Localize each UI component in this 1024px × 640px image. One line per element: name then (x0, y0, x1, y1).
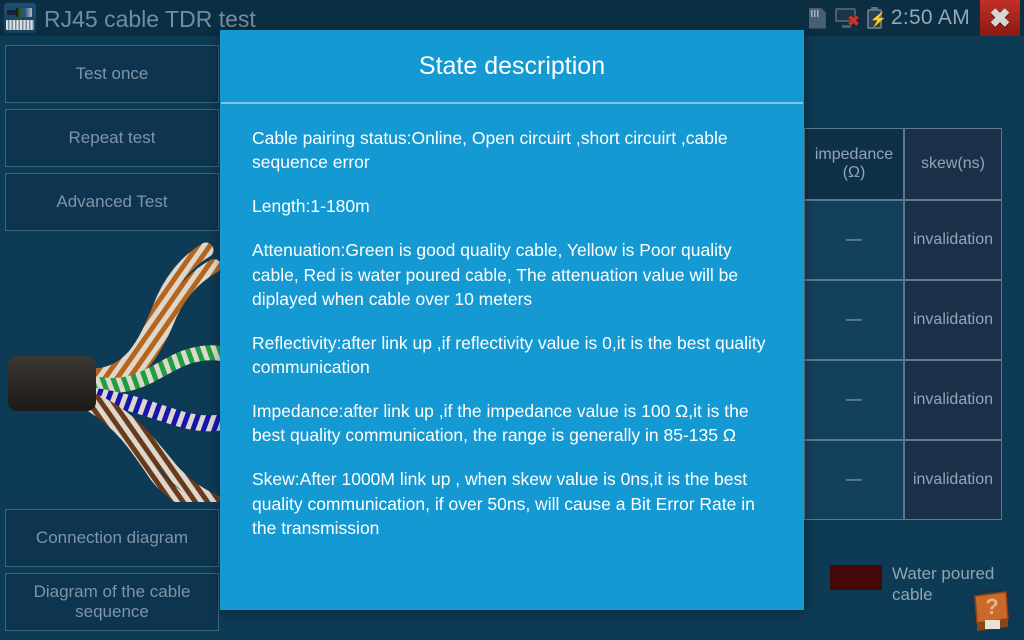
cell-impedance: — (804, 440, 904, 520)
dialog-body: Cable pairing status:Online, Open circui… (220, 104, 804, 540)
column-header-impedance-line1: impedance (814, 145, 894, 163)
help-book-svg: ? (967, 587, 1015, 633)
battery-bolt-glyph: ⚡ (869, 11, 888, 27)
advanced-test-label: Advanced Test (56, 192, 168, 212)
column-header-impedance-line2: (Ω) (842, 164, 866, 181)
connection-diagram-button[interactable]: Connection diagram (5, 509, 219, 567)
clock-time: 2:50 AM (890, 6, 970, 29)
sd-card-contacts (810, 9, 820, 17)
cable-sequence-diagram-label: Diagram of the cable sequence (33, 582, 191, 621)
cell-skew: invalidation (904, 360, 1002, 440)
rj45-connector-icon (4, 3, 36, 33)
cell-impedance: — (804, 360, 904, 440)
help-question-glyph: ? (985, 594, 998, 619)
advanced-test-button[interactable]: Advanced Test (5, 173, 219, 231)
dialog-title: State description (418, 52, 606, 80)
close-button[interactable]: ✖ (979, 0, 1020, 36)
test-once-button[interactable]: Test once (5, 45, 219, 103)
cable-svg (8, 242, 224, 502)
cell-impedance: — (804, 200, 904, 280)
app-window: Test once Repeat test Advanced Test Conn… (0, 0, 1024, 640)
sd-card-icon (808, 7, 826, 29)
table-row[interactable]: — invalidation (804, 200, 1002, 280)
dialog-paragraph-cable-pairing: Cable pairing status:Online, Open circui… (252, 128, 728, 173)
help-book-icon[interactable]: ? (966, 586, 1016, 634)
close-icon: ✖ (989, 2, 1011, 33)
repeat-test-button[interactable]: Repeat test (5, 109, 219, 167)
dialog-paragraph-attenuation: Attenuation:Green is good quality cable,… (252, 240, 739, 309)
network-disconnected-icon: ✖ (834, 8, 860, 30)
rj45-cable-image (0, 236, 224, 502)
column-header-impedance: impedance (Ω) (804, 128, 904, 200)
connection-diagram-label: Connection diagram (35, 528, 189, 548)
dialog-paragraph-length: Length:1-180m (252, 196, 370, 217)
connector-pins (6, 20, 34, 30)
table-header-row: impedance (Ω) skew(ns) (804, 128, 1002, 200)
cell-skew: invalidation (904, 440, 1002, 520)
connector-body (16, 8, 32, 17)
cell-skew: invalidation (904, 280, 1002, 360)
legend-color-swatch (830, 565, 882, 590)
state-description-dialog[interactable]: State description Cable pairing status:O… (220, 30, 804, 610)
left-panel: Test once Repeat test Advanced Test Conn… (0, 36, 224, 640)
table-row[interactable]: — invalidation (804, 280, 1002, 360)
dialog-paragraph-skew: Skew:After 1000M link up , when skew val… (252, 469, 755, 538)
results-table: impedance (Ω) skew(ns) — invalidation — … (804, 128, 1002, 520)
cable-sequence-diagram-button[interactable]: Diagram of the cable sequence (5, 573, 219, 631)
test-once-label: Test once (75, 64, 149, 84)
connector-plug-shape (7, 7, 33, 18)
cell-skew: invalidation (904, 200, 1002, 280)
battery-charging-icon: ⚡ (866, 7, 887, 29)
column-header-skew: skew(ns) (904, 128, 1002, 200)
disconnect-x-mark: ✖ (847, 13, 860, 30)
status-bar: ✖ ⚡ 2:50 AM ✖ (808, 0, 1024, 36)
repeat-test-label: Repeat test (68, 128, 156, 148)
table-row[interactable]: — invalidation (804, 360, 1002, 440)
table-row[interactable]: — invalidation (804, 440, 1002, 520)
dialog-paragraph-impedance: Impedance:after link up ,if the impedanc… (252, 401, 749, 446)
cell-impedance: — (804, 280, 904, 360)
dialog-paragraph-reflectivity: Reflectivity:after link up ,if reflectiv… (252, 332, 766, 377)
